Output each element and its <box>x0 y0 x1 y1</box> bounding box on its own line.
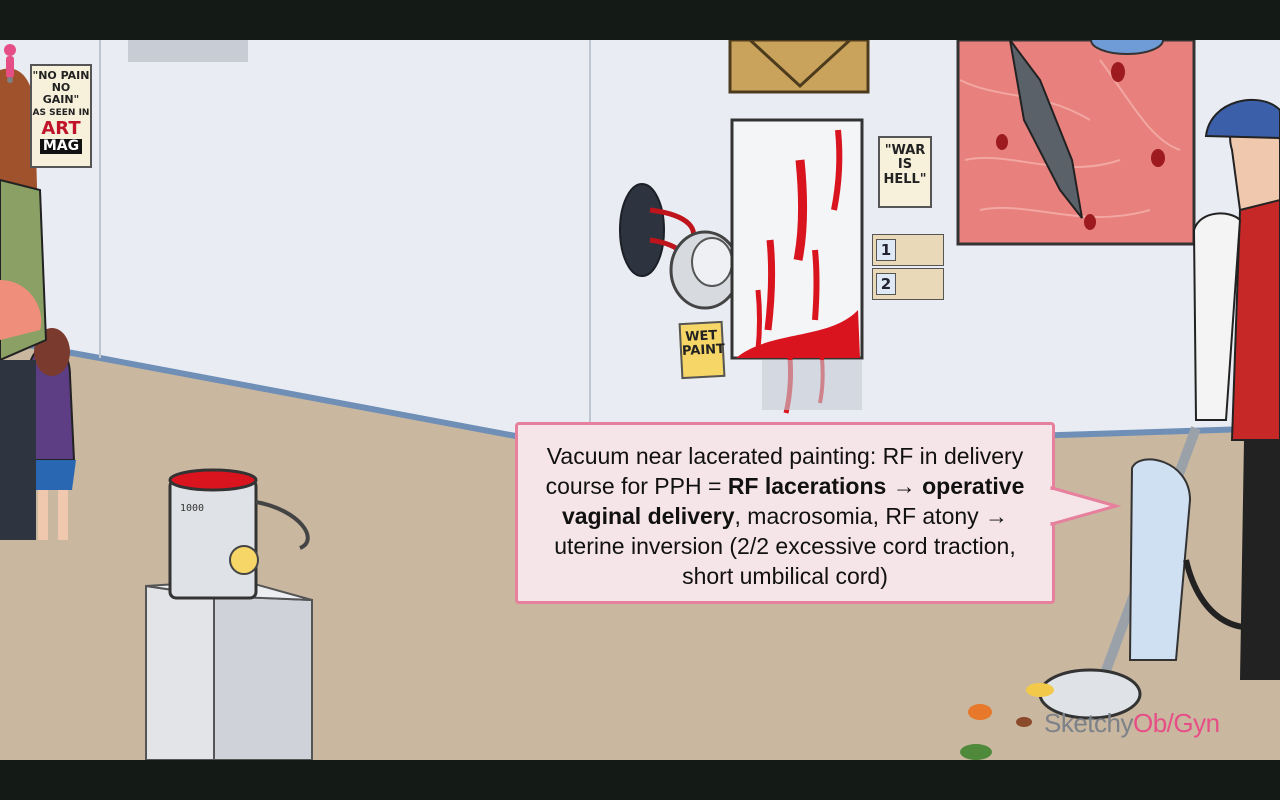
letterbox-bottom <box>0 760 1280 800</box>
paint-bucket <box>168 478 258 600</box>
plaque-number: 1 <box>876 239 896 261</box>
as-seen-in-text: AS SEEN IN <box>32 108 90 119</box>
callout-text-2: → <box>886 473 923 499</box>
no-pain-line2: NO GAIN" <box>42 81 80 107</box>
wall-hole <box>619 183 665 277</box>
no-pain-line1: "NO PAIN <box>32 69 90 82</box>
video-frame: "NO PAIN NO GAIN" AS SEEN IN ART MAG "WA… <box>0 0 1280 800</box>
pedestal <box>145 584 215 760</box>
brand-part2: Ob/Gyn <box>1133 708 1220 738</box>
mag-text: MAG <box>39 138 83 155</box>
art-text: ART <box>41 118 81 140</box>
brand-watermark: SketchyOb/Gyn <box>1044 708 1220 739</box>
scene-artwork <box>0 40 1280 760</box>
war-line1: "WAR <box>884 143 926 158</box>
gallery-plaque-2: 2 <box>872 268 944 300</box>
wet-line2: PAINT <box>681 342 726 360</box>
war-is-hell-sign: "WAR IS HELL" <box>878 136 932 208</box>
illustration-scene: "NO PAIN NO GAIN" AS SEEN IN ART MAG "WA… <box>0 40 1280 760</box>
no-pain-sign: "NO PAIN NO GAIN" AS SEEN IN ART MAG <box>30 64 92 168</box>
frame-shadow-left <box>128 40 248 62</box>
tissue-painting <box>956 40 1196 246</box>
explanation-callout: Vacuum near lacerated painting: RF in de… <box>515 422 1055 604</box>
wet-paint-sign: WET PAINT <box>678 320 726 380</box>
bucket-measure-label: 1000 <box>180 503 205 514</box>
plaque-number: 2 <box>876 273 896 295</box>
war-line2: IS <box>897 157 913 173</box>
brand-part1: Sketchy <box>1044 708 1134 738</box>
letterbox-top <box>0 0 1280 40</box>
sketchy-logo-icon <box>4 44 16 83</box>
gallery-plaque-1: 1 <box>872 234 944 266</box>
callout-bold-1: RF lacerations <box>727 473 887 499</box>
war-line3: HELL" <box>883 171 927 187</box>
